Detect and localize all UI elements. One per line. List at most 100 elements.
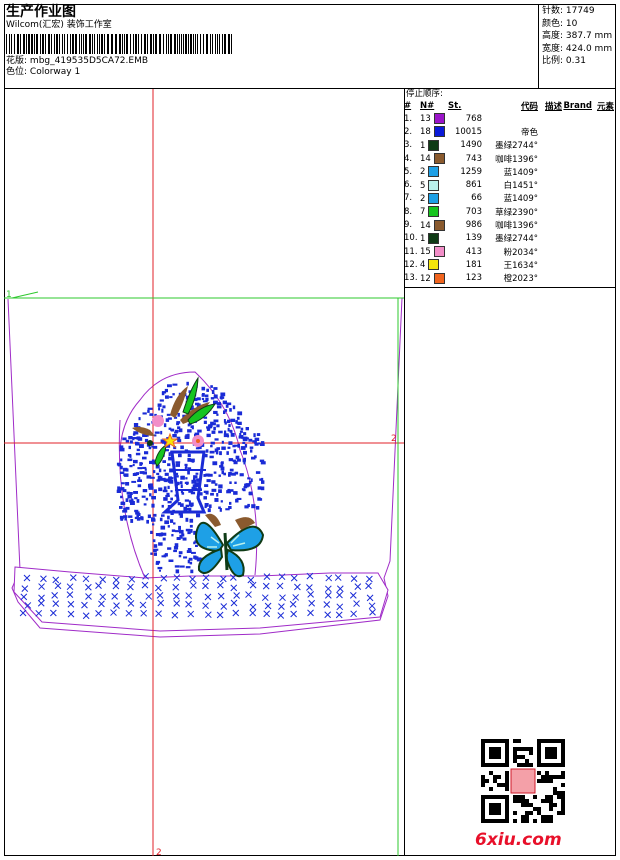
motif-stitch — [176, 421, 181, 424]
motif-stitch — [147, 407, 153, 410]
motif-stitch — [151, 518, 156, 522]
motif-stitch — [239, 473, 244, 477]
motif-stitch — [218, 489, 222, 493]
motif-stitch — [137, 484, 142, 488]
motif-stitch — [155, 560, 161, 564]
motif-stitch — [159, 569, 161, 572]
motif-stitch — [128, 436, 133, 440]
motif-stitch — [206, 433, 211, 438]
motif-stitch — [164, 472, 169, 476]
motif-stitch — [186, 550, 192, 553]
motif-stitch — [259, 443, 265, 446]
motif-stitch — [242, 441, 246, 444]
motif-stitch — [162, 489, 168, 493]
motif-stitch — [153, 513, 157, 517]
embroidery-design-canvas: 1 2 2 — [4, 89, 404, 858]
motif-stitch — [180, 484, 183, 488]
motif-stitch — [242, 436, 248, 440]
motif-stitch — [211, 488, 217, 492]
motif-stitch — [210, 445, 213, 448]
motif-stitch — [189, 561, 193, 565]
motif-stitch — [253, 433, 256, 438]
motif-stitch — [247, 503, 250, 507]
motif-stitch — [236, 422, 241, 425]
motif-stitch — [133, 423, 139, 427]
motif-stitch — [196, 513, 201, 518]
motif-stitch — [211, 390, 215, 394]
motif-stitch — [160, 439, 164, 443]
motif-stitch — [136, 517, 141, 521]
motif-stitch — [127, 494, 132, 499]
motif-stitch — [135, 442, 140, 446]
motif-stitch — [136, 499, 140, 503]
motif-stitch — [207, 508, 211, 513]
motif-stitch — [151, 445, 154, 448]
motif-stitch — [226, 402, 232, 406]
motif-stitch — [218, 430, 223, 434]
motif-stitch — [203, 496, 207, 500]
motif-stitch — [151, 496, 156, 500]
motif-stitch — [140, 516, 143, 520]
motif-stitch — [136, 513, 139, 518]
motif-stitch — [133, 491, 138, 494]
motif-stitch — [165, 494, 170, 497]
motif-stitch — [187, 453, 191, 457]
motif-stitch — [228, 489, 234, 492]
motif-stitch — [168, 559, 174, 562]
motif-stitch — [165, 395, 169, 399]
motif-stitch — [216, 405, 222, 409]
motif-stitch — [223, 433, 229, 438]
motif-stitch — [233, 461, 238, 465]
motif-stitch — [160, 430, 163, 435]
motif-stitch — [209, 450, 215, 454]
motif-stitch — [213, 419, 219, 423]
motif-stitch — [130, 519, 134, 523]
green-corner-tick — [11, 291, 39, 299]
motif-stitch — [191, 551, 196, 554]
motif-stitch — [173, 549, 177, 553]
motif-stitch — [187, 471, 190, 475]
motif-stitch — [187, 548, 192, 551]
motif-stitch — [164, 478, 168, 483]
motif-stitch — [142, 489, 148, 493]
motif-stitch — [240, 427, 244, 431]
motif-stitch — [186, 481, 189, 485]
motif-stitch — [136, 448, 140, 452]
motif-stitch — [142, 412, 147, 415]
motif-stitch — [161, 504, 164, 508]
motif-stitch — [225, 508, 230, 511]
motif-stitch — [234, 481, 237, 484]
motif-stitch — [234, 471, 239, 475]
marker-green-1: 1 — [6, 290, 12, 300]
motif-stitch — [153, 552, 157, 556]
motif-stitch — [174, 543, 179, 547]
motif-stitch — [245, 427, 249, 431]
motif-stitch — [119, 487, 123, 490]
motif-stitch — [128, 515, 133, 518]
motif-stitch — [223, 419, 226, 423]
motif-stitch — [119, 471, 125, 474]
motif-stitch — [224, 409, 228, 412]
motif-stitch — [172, 393, 175, 396]
motif-stitch — [159, 517, 163, 522]
motif-stitch — [209, 504, 212, 508]
motif-stitch — [190, 529, 193, 533]
motif-stitch — [233, 491, 238, 495]
motif-stitch — [163, 497, 168, 501]
motif-stitch — [221, 440, 224, 444]
motif-stitch — [256, 433, 261, 436]
motif-stitch — [234, 444, 238, 447]
motif-stitch — [152, 539, 156, 543]
motif-stitch — [210, 492, 214, 496]
motif-stitch — [158, 532, 163, 537]
motif-stitch — [137, 437, 143, 441]
motif-stitch — [147, 409, 150, 413]
motif-stitch — [128, 445, 131, 450]
motif-stitch — [152, 523, 155, 526]
motif-stitch — [210, 421, 214, 425]
motif-stitch — [134, 516, 138, 520]
motif-stitch — [158, 487, 163, 492]
motif-stitch — [220, 462, 224, 466]
motif-stitch — [156, 479, 161, 482]
motif-stitch — [214, 448, 219, 453]
